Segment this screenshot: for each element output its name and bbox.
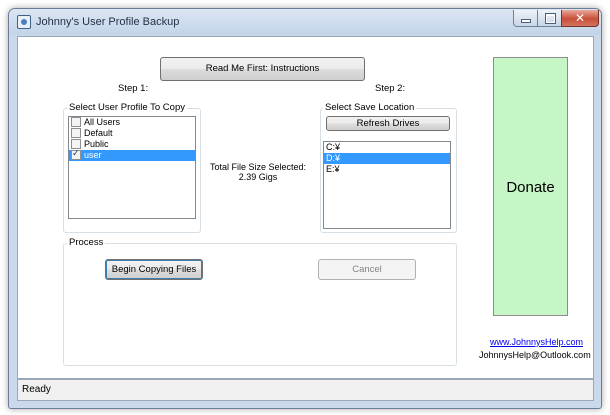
minimize-button[interactable]: [513, 10, 539, 27]
profile-checkbox[interactable]: [71, 148, 81, 160]
save-location-group-title: Select Save Location: [323, 102, 417, 113]
size-value: 2.39 Gigs: [238, 172, 278, 182]
profile-item-label: user: [84, 150, 102, 160]
profile-item-label: All Users: [84, 117, 121, 127]
process-group-title: Process: [67, 237, 106, 248]
refresh-drives-button[interactable]: Refresh Drives: [326, 116, 450, 131]
readme-button[interactable]: Read Me First: Instructions: [160, 57, 365, 81]
main-panel: Read Me First: Instructions Step 1: Step…: [17, 36, 594, 379]
status-bar: Ready: [17, 379, 594, 401]
close-button[interactable]: ✕: [561, 10, 599, 27]
drive-item[interactable]: E:¥: [324, 164, 450, 175]
profile-item-label: Default: [84, 128, 113, 138]
step2-label: Step 2:: [375, 83, 406, 94]
cancel-button[interactable]: Cancel: [318, 259, 416, 280]
maximize-button[interactable]: [537, 10, 563, 27]
window-title: Johnny's User Profile Backup: [36, 16, 180, 28]
app-window: Johnny's User Profile Backup ✕ Read Me F…: [8, 8, 602, 409]
profile-item[interactable]: user: [69, 148, 195, 161]
title-bar[interactable]: Johnny's User Profile Backup ✕: [9, 9, 601, 35]
profile-item[interactable]: Public: [69, 138, 195, 150]
step1-label: Step 1:: [118, 83, 149, 94]
donate-button[interactable]: Donate: [493, 57, 568, 316]
email-text: JohnnysHelp@Outlook.com: [479, 350, 591, 360]
profile-checkbox[interactable]: [71, 117, 81, 127]
profile-item-label: Public: [84, 139, 109, 149]
begin-copying-button[interactable]: Begin Copying Files: [105, 259, 203, 280]
size-label: Total File Size Selected:: [209, 162, 307, 172]
profile-checkbox[interactable]: [71, 127, 81, 138]
app-icon[interactable]: [17, 15, 31, 29]
status-text: Ready: [22, 384, 51, 395]
profile-item[interactable]: Default: [69, 127, 195, 139]
profile-item[interactable]: All Users: [69, 117, 195, 128]
profile-group-title: Select User Profile To Copy: [67, 102, 187, 113]
website-link[interactable]: www.JohnnysHelp.com: [490, 337, 583, 347]
close-icon: ✕: [574, 11, 586, 25]
drive-list[interactable]: C:¥ D:¥ E:¥: [323, 141, 451, 229]
drive-item[interactable]: C:¥: [324, 142, 450, 153]
drive-item[interactable]: D:¥: [324, 153, 450, 164]
profile-list[interactable]: All UsersDefaultPublicuser: [68, 116, 196, 219]
